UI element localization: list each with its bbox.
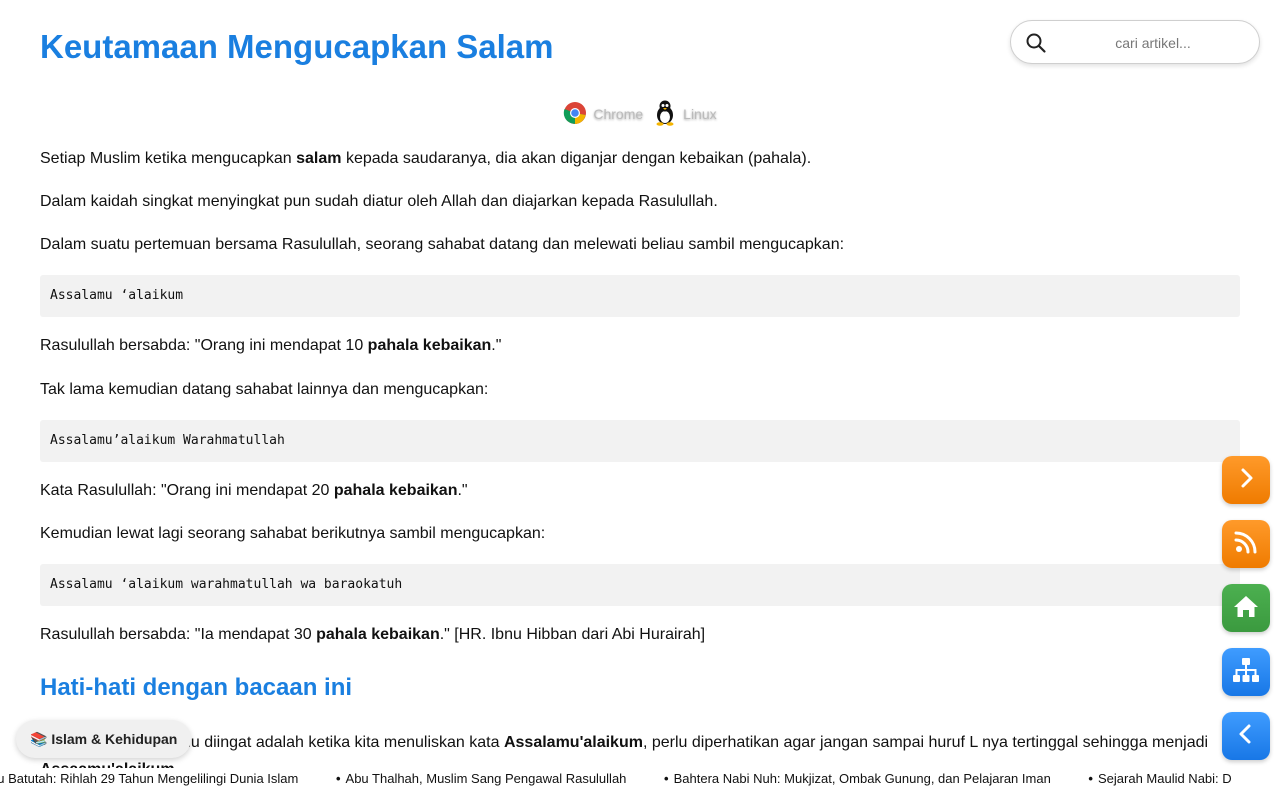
- next-button[interactable]: [1222, 456, 1270, 504]
- code-block-salam-2: Assalamu’alaikum Warahmatullah: [40, 420, 1240, 462]
- article-paragraph-5: Tak lama kemudian datang sahabat lainnya…: [40, 381, 489, 398]
- env-label-linux: Linux: [683, 106, 717, 122]
- news-ticker: nu Batutah: Rihlah 29 Tahun Mengelilingi…: [0, 768, 1280, 792]
- books-icon: 📚: [30, 731, 48, 747]
- bullet-icon: •: [335, 771, 341, 786]
- chrome-icon: [563, 101, 587, 128]
- article-paragraph-7: Kemudian lewat lagi seorang sahabat beri…: [40, 525, 546, 542]
- article-paragraph-9: rlu diingat adalah ketika kita menuliska…: [182, 734, 1209, 751]
- rss-button[interactable]: [1222, 520, 1270, 568]
- sitemap-icon: [1231, 656, 1261, 689]
- environment-badges: Chrome Linux: [0, 100, 1280, 128]
- code-block-salam-1: Assalamu ‘alaikum: [40, 275, 1240, 317]
- search-input[interactable]: [1055, 29, 1251, 57]
- code-block-salam-3: Assalamu ‘alaikum warahmatullah wa barao…: [40, 564, 1240, 606]
- article-paragraph-1: Setiap Muslim ketika mengucapkan salam k…: [40, 150, 812, 167]
- category-chip[interactable]: 📚 Islam & Kehidupan: [16, 720, 192, 758]
- page-title: Keutamaan Mengucapkan Salam: [40, 28, 554, 65]
- home-button[interactable]: [1222, 584, 1270, 632]
- env-item-chrome: Chrome: [563, 101, 643, 128]
- prev-button[interactable]: [1222, 712, 1270, 760]
- search-box[interactable]: [1010, 20, 1260, 64]
- rss-icon: [1232, 528, 1260, 561]
- home-icon: [1232, 593, 1260, 624]
- env-item-linux: Linux: [653, 100, 717, 129]
- bullet-icon: •: [664, 771, 669, 786]
- ticker-item[interactable]: • Bahtera Nabi Nuh: Mukjizat, Ombak Gunun…: [664, 771, 1051, 786]
- section-title: Hati-hati dengan bacaan ini: [40, 674, 353, 701]
- article-paragraph-8: Rasulullah bersabda: "Ia mendapat 30 pah…: [40, 626, 706, 643]
- category-label: Islam & Kehidupan: [51, 731, 178, 747]
- ticker-item[interactable]: • Abu Thalhah, Muslim Sang Pengawal Rasul…: [336, 771, 626, 786]
- chevron-right-icon: [1234, 466, 1258, 495]
- article-paragraph-4: Rasulullah bersabda: "Orang ini mendapat…: [40, 337, 502, 354]
- linux-tux-icon: [653, 100, 677, 129]
- ticker-item[interactable]: nu Batutah: Rihlah 29 Tahun Mengelilingi…: [0, 771, 298, 786]
- search-icon[interactable]: [1025, 32, 1047, 54]
- article-paragraph-3: Dalam suatu pertemuan bersama Rasulullah…: [40, 236, 845, 253]
- bullet-icon: •: [1088, 771, 1093, 786]
- env-label-chrome: Chrome: [593, 106, 644, 122]
- ticker-item[interactable]: • Sejarah Maulid Nabi: D: [1088, 771, 1231, 786]
- ticker-track: nu Batutah: Rihlah 29 Tahun Mengelilingi…: [0, 771, 1266, 786]
- article-paragraph-6: Kata Rasulullah: "Orang ini mendapat 20 …: [40, 482, 468, 499]
- chevron-left-icon: [1234, 722, 1258, 751]
- article-paragraph-2: Dalam kaidah singkat menyingkat pun suda…: [40, 193, 718, 210]
- sitemap-button[interactable]: [1222, 648, 1270, 696]
